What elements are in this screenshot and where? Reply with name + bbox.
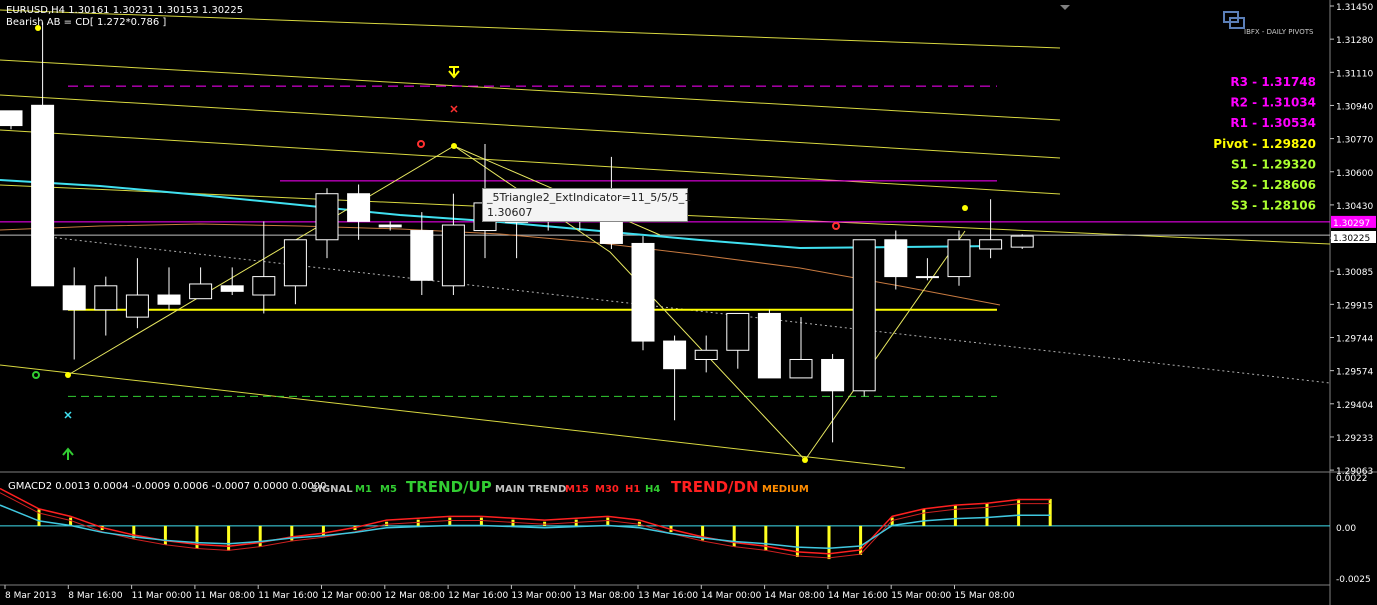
x-tick-label: 12 Mar 00:00 — [322, 591, 382, 601]
x-tick-label: 15 Mar 08:00 — [955, 591, 1015, 601]
candle-body — [410, 230, 434, 281]
signal-label: TREND/UP — [406, 478, 492, 496]
tooltip-line1: _5Triangle2_ExtIndicator=11_5/5/5_1 — [487, 191, 692, 204]
candle-body — [0, 110, 23, 127]
signal-label: M5 — [380, 484, 397, 495]
pivot-level-label: S1 - 1.29320 — [1231, 157, 1316, 171]
signal-label: MEDIUM — [762, 484, 809, 495]
y-tick-label: 1.30770 — [1336, 136, 1373, 146]
y-tick-label: 1.31280 — [1336, 36, 1373, 46]
pattern-point — [802, 457, 808, 463]
signal-label: M1 — [355, 484, 372, 495]
pattern-info: Bearish AB = CD[ 1.272*0.786 ] — [6, 17, 166, 28]
candle-body — [31, 104, 55, 287]
tooltip-line2: 1.30607 — [487, 206, 533, 219]
candle-body — [220, 285, 244, 292]
pattern-point — [451, 143, 457, 149]
candle-body — [726, 312, 750, 351]
y-tick-label: 1.29744 — [1336, 335, 1373, 345]
x-tick-label: 14 Mar 00:00 — [701, 591, 761, 601]
candle-body — [947, 239, 971, 278]
candle-body — [315, 193, 339, 241]
y-tick-label: 1.30600 — [1336, 169, 1373, 179]
candle-body — [283, 239, 307, 287]
candle-body — [157, 294, 181, 305]
x-tick-label: 8 Mar 2013 — [5, 591, 56, 601]
pivot-level-label: R1 - 1.30534 — [1230, 116, 1316, 130]
pivot-level-label: S2 - 1.28606 — [1231, 178, 1316, 192]
candle-body — [663, 340, 687, 370]
signal-label: M30 — [595, 484, 619, 495]
candle-body — [789, 358, 813, 379]
current-price-label: 1.30225 — [1333, 234, 1370, 244]
y-tick-label: 1.29404 — [1336, 401, 1373, 411]
x-tick-label: 8 Mar 16:00 — [68, 591, 123, 601]
x-tick-label: 13 Mar 00:00 — [511, 591, 571, 601]
candle-body — [694, 349, 718, 360]
pivot-level-label: S3 - 1.28106 — [1231, 199, 1316, 213]
signal-label: SIGNAL — [311, 484, 353, 495]
signal-label: MAIN TREND — [495, 484, 566, 495]
signal-label: H1 — [625, 484, 640, 495]
candle-body — [62, 285, 86, 311]
macd-y-tick-label: 0.00 — [1336, 524, 1356, 534]
gmacd-title: GMACD2 0.0013 0.0004 -0.0009 0.0006 -0.0… — [8, 481, 327, 492]
y-tick-label: 1.29915 — [1336, 301, 1373, 311]
ibfx-logo: IBFX - DAILY PIVOTS — [1222, 10, 1326, 38]
x-tick-label: 12 Mar 16:00 — [448, 591, 508, 601]
x-tick-label: 13 Mar 16:00 — [638, 591, 698, 601]
pivot-level-label: Pivot - 1.29820 — [1213, 137, 1316, 151]
candle-body — [821, 358, 845, 392]
pivot-level-label: R3 - 1.31748 — [1230, 75, 1316, 89]
candle-body — [252, 276, 276, 296]
candle-body — [94, 285, 118, 311]
signal-label: M15 — [565, 484, 589, 495]
signal-label: TREND/DN — [671, 478, 759, 496]
y-tick-label: 1.30085 — [1336, 268, 1373, 278]
indicator-tooltip: _5Triangle2_ExtIndicator=11_5/5/5_1 1.30… — [482, 188, 692, 222]
candle-body — [189, 283, 213, 300]
candle-body — [347, 193, 371, 222]
chart-window[interactable]: 1.31450 1.31280 1.31110 1.30940 1.30770 1.306… — [0, 0, 1377, 605]
candle-body — [1010, 235, 1034, 248]
x-tick-label: 11 Mar 16:00 — [258, 591, 318, 601]
x-tick-label: 14 Mar 08:00 — [765, 591, 825, 601]
y-tick-label: 1.31450 — [1336, 3, 1373, 13]
pivot-level-label: R2 - 1.31034 — [1230, 96, 1316, 110]
x-tick-label: 13 Mar 08:00 — [575, 591, 635, 601]
symbol-info: EURUSD,H4 1.30161 1.30231 1.30153 1.3022… — [6, 5, 243, 16]
candle-body — [631, 242, 655, 342]
y-tick-label: 1.30430 — [1336, 202, 1373, 212]
y-tick-label: 1.29574 — [1336, 368, 1373, 378]
signal-label: H4 — [645, 484, 660, 495]
x-tick-label: 14 Mar 16:00 — [828, 591, 888, 601]
y-tick-label: 1.30940 — [1336, 102, 1373, 112]
marked-price-label: 1.30297 — [1333, 219, 1370, 229]
candle-body — [852, 239, 876, 392]
x-tick-label: 15 Mar 00:00 — [891, 591, 951, 601]
candle-body — [884, 239, 908, 278]
x-tick-label: 11 Mar 08:00 — [195, 591, 255, 601]
price-axis: 1.31450 1.31280 1.31110 1.30940 1.30770 1.306… — [1330, 3, 1376, 477]
y-tick-label: 1.31110 — [1336, 69, 1373, 79]
candle-body — [125, 294, 149, 318]
x-tick-label: 11 Mar 00:00 — [132, 591, 192, 601]
macd-y-tick-label: 0.0022 — [1336, 474, 1368, 484]
pattern-point — [65, 372, 71, 378]
x-tick-label: 12 Mar 08:00 — [385, 591, 445, 601]
candle-body — [378, 224, 402, 228]
y-tick-label: 1.29233 — [1336, 434, 1373, 444]
candle-body — [915, 276, 939, 279]
candle-body — [979, 239, 1003, 250]
pattern-point — [962, 205, 968, 211]
candle-body — [441, 224, 465, 287]
macd-y-tick-label: -0.0025 — [1336, 575, 1371, 585]
pivot-brand: IBFX - DAILY PIVOTS — [1244, 28, 1314, 36]
candle-body — [757, 312, 781, 379]
